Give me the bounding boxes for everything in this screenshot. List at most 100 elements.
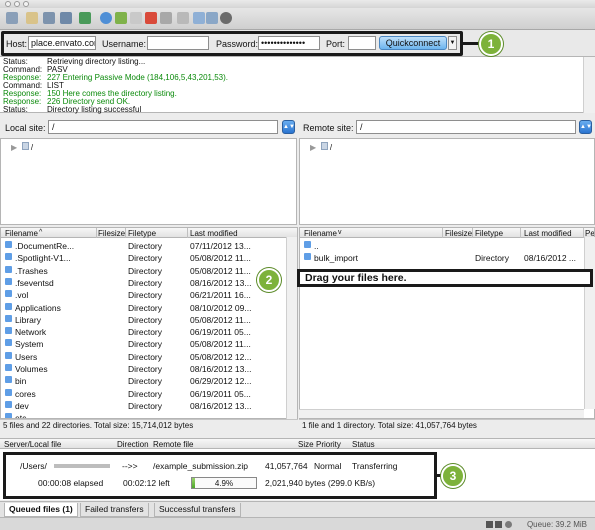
queue-size-status: Queue: 39.2 MiB xyxy=(526,520,587,529)
local-list-scrollbar[interactable] xyxy=(286,237,297,419)
file-name: Volumes xyxy=(15,364,48,374)
local-path-dropdown-icon[interactable]: ▲▼ xyxy=(282,120,295,134)
remote-list-hscrollbar[interactable] xyxy=(299,409,584,418)
toolbar xyxy=(0,8,595,30)
log-scrollbar[interactable] xyxy=(583,57,595,113)
search-icon[interactable] xyxy=(220,12,232,24)
file-modified: 08/16/2012 13... xyxy=(190,364,252,374)
disclosure-triangle-icon[interactable]: ▶ xyxy=(11,143,17,152)
queue-transfer-row[interactable]: /Users/ -->> /example_submission.zip 41,… xyxy=(3,452,437,499)
queue-bytes: 2,021,940 bytes (299.0 KB/s) xyxy=(265,478,376,488)
file-type: Directory xyxy=(128,265,163,276)
local-col-filename[interactable]: Filename xyxy=(5,229,38,238)
folder-icon xyxy=(5,339,12,347)
disconnect-icon[interactable] xyxy=(145,12,157,24)
file-name: bulk_import xyxy=(314,253,358,264)
remote-tree-icon[interactable] xyxy=(60,12,72,24)
local-file-row[interactable]: dev Directory 08/16/2012 13... xyxy=(1,399,287,411)
queue-remote-file: /example_submission.zip xyxy=(153,461,248,471)
folder-icon xyxy=(5,253,12,261)
transfer-queue-icon[interactable] xyxy=(79,12,91,24)
local-col-modified[interactable]: Last modified xyxy=(190,229,238,238)
tab-successful-transfers[interactable]: Successful transfers xyxy=(154,503,241,517)
queue-col-direction[interactable]: Direction xyxy=(117,440,149,449)
file-modified: 06/19/2011 05... xyxy=(190,327,251,338)
local-col-filetype[interactable]: Filetype xyxy=(128,229,156,238)
local-file-row[interactable]: Users Directory 05/08/2012 12... xyxy=(1,350,287,362)
message-log-icon[interactable] xyxy=(26,12,38,24)
file-type: Directory xyxy=(128,314,163,325)
file-modified: 05/08/2012 11... xyxy=(190,253,251,264)
folder-icon xyxy=(304,253,311,261)
tab-failed-transfers[interactable]: Failed transfers xyxy=(80,503,149,517)
remote-file-row[interactable]: .. xyxy=(300,239,585,251)
local-file-row[interactable]: .fseventsd Directory 08/16/2012 13... xyxy=(1,276,287,288)
queue-col-status[interactable]: Status xyxy=(352,440,375,449)
callout-badge-1: 1 xyxy=(479,32,503,56)
local-file-row[interactable]: .Spotlight-V1... Directory 05/08/2012 11..… xyxy=(1,251,287,263)
local-tree-icon[interactable] xyxy=(43,12,55,24)
sync-browse-icon[interactable] xyxy=(206,12,218,24)
queue-col-remote[interactable]: Remote file xyxy=(153,440,193,449)
local-path-input[interactable]: / xyxy=(48,120,278,134)
file-modified: 08/16/2012 13... xyxy=(190,400,252,411)
local-file-row[interactable]: bin Directory 06/29/2012 12... xyxy=(1,374,287,386)
file-modified: 05/08/2012 11... xyxy=(190,265,251,276)
remote-tree-item[interactable]: ▶ / xyxy=(310,142,332,152)
local-file-row[interactable]: etc xyxy=(1,411,287,418)
local-col-filesize[interactable]: Filesize xyxy=(98,229,125,238)
local-file-row[interactable]: Library Directory 05/08/2012 11... xyxy=(1,313,287,325)
folder-icon xyxy=(5,351,12,359)
tab-queued-files[interactable]: Queued files (1) xyxy=(4,503,78,517)
remote-col-filetype[interactable]: Filetype xyxy=(475,229,503,238)
directory-filter-icon[interactable] xyxy=(177,12,189,24)
local-file-row[interactable]: cores Directory 06/19/2011 05... xyxy=(1,387,287,399)
reconnect-icon[interactable] xyxy=(160,12,172,24)
remote-col-modified[interactable]: Last modified xyxy=(524,229,572,238)
status-bar: Queue: 39.2 MiB xyxy=(0,517,595,530)
close-window-button[interactable] xyxy=(5,1,11,7)
process-queue-icon[interactable] xyxy=(115,12,127,24)
sort-ascending-icon: ^ xyxy=(39,229,43,236)
queue-col-size[interactable]: Size xyxy=(298,440,314,449)
local-column-header: Filename ^ Filesize Filetype Last modifi… xyxy=(1,228,297,238)
folder-icon xyxy=(304,241,311,248)
local-file-row[interactable]: .DocumentRe... Directory 07/11/2012 13... xyxy=(1,239,287,251)
local-tree-item-label: / xyxy=(30,143,34,152)
disclosure-triangle-icon[interactable]: ▶ xyxy=(310,143,316,152)
remote-file-row[interactable]: bulk_importDirectory08/16/2012 ...drv xyxy=(300,251,594,264)
cancel-operation-icon[interactable] xyxy=(130,12,142,24)
remote-path-dropdown-icon[interactable]: ▲▼ xyxy=(579,120,592,134)
file-name: .Trashes xyxy=(15,265,48,276)
local-file-row[interactable]: Volumes Directory 08/16/2012 13... xyxy=(1,362,287,374)
log-line-text: Directory listing successful xyxy=(47,105,142,114)
queue-column-header: Server/Local file Direction Remote file … xyxy=(0,439,595,449)
local-file-row[interactable]: Applications Directory 08/10/2012 09... xyxy=(1,301,287,313)
queue-col-local[interactable]: Server/Local file xyxy=(4,440,61,449)
file-name: .Spotlight-V1... xyxy=(15,253,71,264)
queue-col-priority[interactable]: Priority xyxy=(316,440,341,449)
local-file-row[interactable]: System Directory 05/08/2012 11... xyxy=(1,337,287,349)
remote-list-scrollbar[interactable] xyxy=(584,237,595,409)
folder-icon xyxy=(5,364,12,371)
local-file-row[interactable]: Network Directory 06/19/2011 05... xyxy=(1,325,287,337)
connection-icon xyxy=(486,521,493,528)
local-tree-item[interactable]: ▶ / xyxy=(11,142,33,152)
file-type: Directory xyxy=(128,364,163,374)
file-modified: 05/08/2012 11... xyxy=(190,339,251,350)
minimize-window-button[interactable] xyxy=(14,1,20,7)
compare-icon[interactable] xyxy=(193,12,205,24)
remote-path-input[interactable]: / xyxy=(356,120,576,134)
file-modified: 08/10/2012 09... xyxy=(190,302,252,313)
local-file-row[interactable]: .Trashes Directory 05/08/2012 11... xyxy=(1,264,287,276)
activity-icon xyxy=(505,521,512,528)
local-file-row[interactable]: .vol Directory 06/21/2011 16... xyxy=(1,288,287,300)
site-manager-icon[interactable] xyxy=(6,12,18,24)
zoom-window-button[interactable] xyxy=(23,1,29,7)
remote-col-filesize[interactable]: Filesize xyxy=(445,229,472,238)
remote-col-filename[interactable]: Filename xyxy=(304,229,337,238)
drag-files-hint: Drag your files here. xyxy=(297,269,593,287)
callout-badge-3: 3 xyxy=(441,464,465,488)
callout-1-frame xyxy=(1,31,463,56)
refresh-icon[interactable] xyxy=(100,12,112,24)
